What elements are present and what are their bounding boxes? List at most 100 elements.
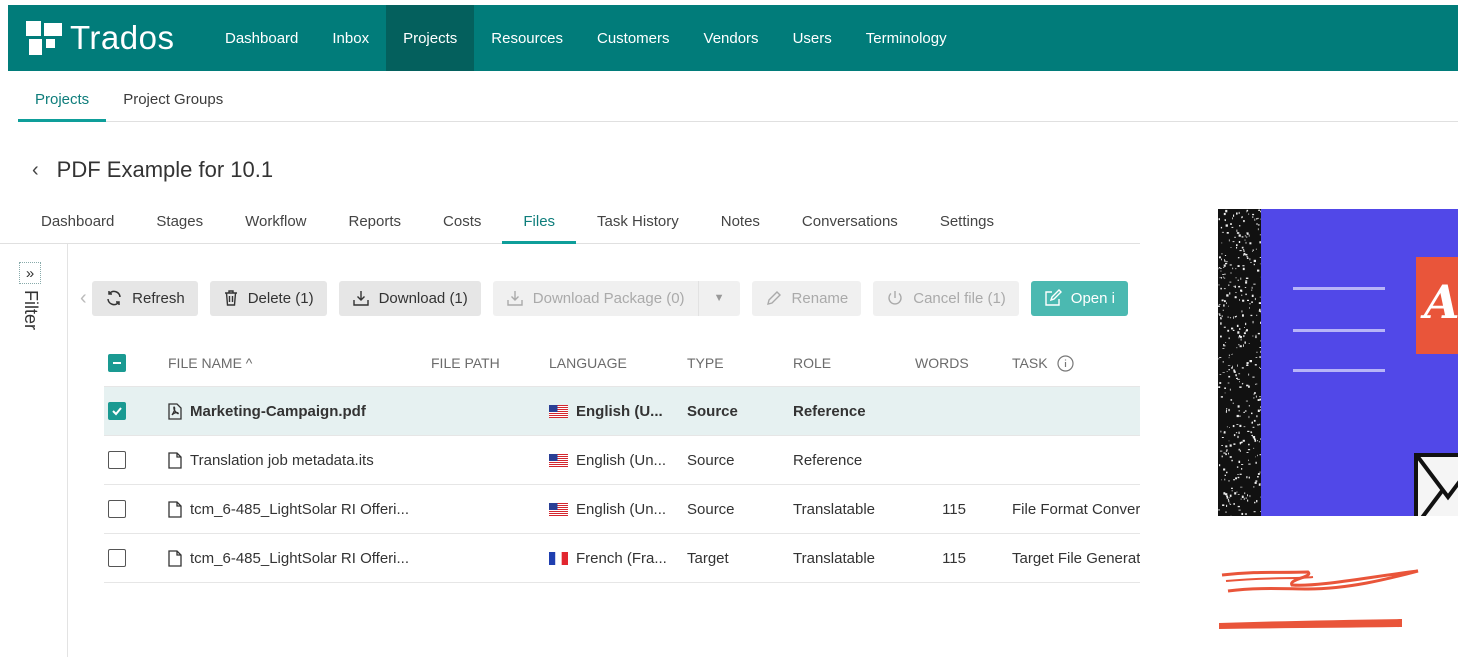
table-body: Marketing-Campaign.pdf English (U... Sourc… [104,387,1140,583]
nav-item-customers[interactable]: Customers [580,5,687,71]
us-flag-icon [549,404,568,418]
project-tabs: Dashboard Stages Workflow Reports Costs Files… [0,203,1140,244]
open-in-button[interactable]: Open i [1030,280,1128,316]
tab-workflow[interactable]: Workflow [224,203,327,243]
header-task-label: TASK [1012,355,1048,371]
tab-files[interactable]: Files [502,203,576,244]
promo-line [1293,329,1385,332]
info-icon[interactable] [1056,354,1074,372]
tab-reports[interactable]: Reports [328,203,423,243]
file-name: tcm_6-485_LightSolar RI Offeri... [190,500,409,518]
download-package-icon [506,289,524,307]
files-table: FILE NAME ^ FILE PATH LANGUAGE TYPE ROLE… [104,340,1140,583]
nav-item-inbox[interactable]: Inbox [315,5,386,71]
table-row[interactable]: Translation job metadata.its English (Un.… [104,436,1140,485]
file-name-cell[interactable]: Translation job metadata.its [168,452,518,469]
download-package-split-button: Download Package (0) ▼ [492,280,740,316]
download-package-button[interactable]: Download Package (0) [492,280,698,316]
us-flag-icon [549,453,568,467]
table-row[interactable]: tcm_6-485_LightSolar RI Offeri... English… [104,485,1140,534]
header-file-path[interactable]: FILE PATH [431,355,500,371]
page-title: PDF Example for 10.1 [56,157,274,182]
tab-conversations[interactable]: Conversations [781,203,919,243]
nav-item-terminology[interactable]: Terminology [849,5,964,71]
row-checkbox[interactable] [108,500,126,518]
brush-strokes-icon [1219,569,1419,629]
row-checkbox[interactable] [108,402,126,420]
subnav-item-project-groups[interactable]: Project Groups [106,80,240,121]
select-all-checkbox[interactable] [108,354,126,372]
file-name-cell[interactable]: tcm_6-485_LightSolar RI Offeri... [168,501,518,518]
scroll-left-chevron-icon[interactable]: ‹ [80,287,92,310]
file-name-cell[interactable]: tcm_6-485_LightSolar RI Offeri... [168,550,518,567]
sub-navigation: Projects Project Groups [18,80,1458,122]
brand[interactable]: Trados [8,5,208,71]
tab-task-history[interactable]: Task History [576,203,700,243]
promo-graphic: A [1218,209,1458,516]
nav-item-resources[interactable]: Resources [474,5,580,71]
header-role[interactable]: ROLE [793,355,831,371]
language-cell: English (Un... [549,501,666,518]
promo-line [1293,287,1385,290]
row-check-cell [108,500,128,518]
file-role: Translatable [793,500,875,518]
delete-label: Delete (1) [247,289,314,307]
download-icon [352,289,370,307]
download-button[interactable]: Download (1) [338,280,481,316]
nav-item-dashboard[interactable]: Dashboard [208,5,315,71]
header-words[interactable]: WORDS [915,355,971,371]
file-name-cell[interactable]: Marketing-Campaign.pdf [168,403,518,420]
language-label: French (Fra... [576,549,667,567]
delete-button[interactable]: Delete (1) [209,280,327,316]
table-row[interactable]: tcm_6-485_LightSolar RI Offeri... French … [104,534,1140,583]
file-name: tcm_6-485_LightSolar RI Offeri... [190,549,409,567]
header-task[interactable]: TASK [1012,354,1140,372]
files-toolbar: ‹ Refresh Delete (1) Download (1) Downlo… [80,280,1140,316]
download-package-label: Download Package (0) [532,289,685,307]
row-checkbox[interactable] [108,549,126,567]
file-icon [168,500,182,518]
header-type[interactable]: TYPE [687,355,724,371]
caret-down-icon[interactable]: ▼ [697,280,740,316]
cancel-file-button[interactable]: Cancel file (1) [873,280,1019,316]
brand-name: Trados [70,19,175,56]
project-header: ‹ PDF Example for 10.1 [32,157,273,183]
word-count: 115 [942,549,966,567]
row-checkbox[interactable] [108,451,126,469]
language-cell: English (Un... [549,452,666,469]
refresh-button[interactable]: Refresh [92,280,198,316]
nav-item-users[interactable]: Users [776,5,849,71]
file-icon [168,451,182,469]
nav-item-projects[interactable]: Projects [386,5,475,71]
cancel-file-label: Cancel file (1) [913,289,1006,307]
back-chevron-icon[interactable]: ‹ [32,159,39,182]
tab-dashboard[interactable]: Dashboard [20,203,135,243]
language-label: English (U... [576,402,663,420]
expand-filter-icon[interactable]: » [19,262,41,284]
row-check-cell [108,549,128,567]
row-check-cell [108,402,128,420]
tab-settings[interactable]: Settings [919,203,1015,243]
promo-letter-tile: A [1416,257,1458,354]
tab-costs[interactable]: Costs [422,203,502,243]
refresh-label: Refresh [132,289,185,307]
table-row[interactable]: Marketing-Campaign.pdf English (U... Sourc… [104,387,1140,436]
word-count: 115 [942,500,966,518]
download-label: Download (1) [378,289,468,307]
filter-label[interactable]: Filter [20,290,41,330]
envelope-icon [1414,453,1458,516]
pencil-icon [765,289,783,307]
language-cell: English (U... [549,403,663,420]
file-name: Translation job metadata.its [190,451,374,469]
language-label: English (Un... [576,451,667,469]
pdf-file-icon [168,402,182,420]
nav-item-vendors[interactable]: Vendors [687,5,776,71]
subnav-item-projects[interactable]: Projects [18,80,107,122]
rename-button[interactable]: Rename [751,280,862,316]
header-language[interactable]: LANGUAGE [549,355,627,371]
table-header-row: FILE NAME ^ FILE PATH LANGUAGE TYPE ROLE… [104,340,1140,387]
tab-notes[interactable]: Notes [700,203,781,243]
refresh-icon [105,289,123,307]
tab-stages[interactable]: Stages [135,203,224,243]
file-icon [168,549,182,567]
